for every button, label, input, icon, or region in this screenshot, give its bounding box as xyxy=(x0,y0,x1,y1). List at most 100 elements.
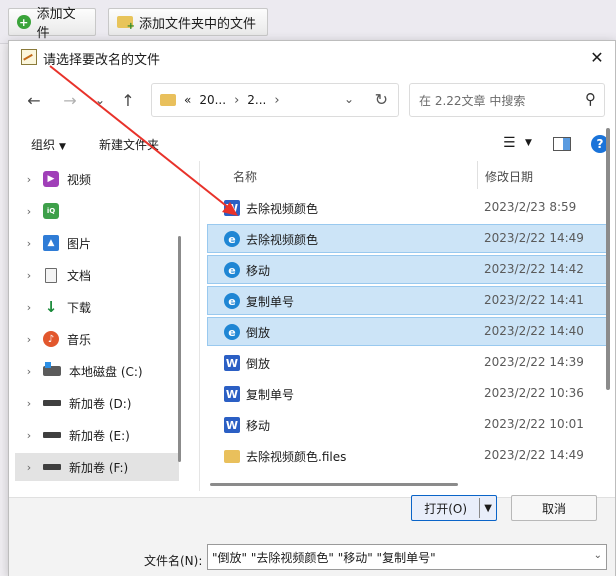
chevron-down-icon[interactable]: ⌄ xyxy=(594,550,602,561)
navpane-scrollbar[interactable] xyxy=(178,236,181,462)
navpane-item[interactable]: › ♪ 音乐 xyxy=(15,325,179,353)
search-input[interactable]: 在 2.22文章 中搜索 ⚲ xyxy=(409,83,605,117)
chevron-right-icon[interactable]: › xyxy=(15,333,43,346)
file-name: 倒放 xyxy=(246,326,271,340)
navpane-item[interactable]: › ▲ 图片 xyxy=(15,229,179,257)
navpane-item-label: 新加卷 (F:) xyxy=(69,460,129,475)
horizontal-scrollbar[interactable] xyxy=(210,483,458,486)
search-icon[interactable]: ⚲ xyxy=(585,90,596,108)
file-name: 倒放 xyxy=(246,357,271,371)
drive-icon xyxy=(43,464,61,470)
file-row[interactable]: W 去除视频颜色 2023/2/23 8:59 xyxy=(207,193,609,222)
navpane-item[interactable]: › 新加卷 (D:) xyxy=(15,389,179,417)
address-segment-2[interactable]: 2... xyxy=(247,93,266,107)
search-placeholder: 在 2.22文章 中搜索 xyxy=(419,93,526,108)
chevron-down-icon[interactable]: ⌄ xyxy=(344,92,354,106)
file-row[interactable]: W 倒放 2023/2/22 14:39 xyxy=(207,348,609,377)
filename-value[interactable]: "倒放" "去除视频颜色" "移动" "复制单号" xyxy=(212,549,436,566)
navpane-item-label: 下载 xyxy=(67,300,92,315)
navpane-item[interactable]: › iQ xyxy=(15,197,179,225)
file-name: 移动 xyxy=(246,264,271,278)
chevron-right-icon[interactable]: › xyxy=(15,397,43,410)
chevron-right-icon[interactable]: › xyxy=(15,205,43,218)
chevron-right-icon[interactable]: › xyxy=(15,237,43,250)
navpane-item[interactable]: › ▶ 视频 xyxy=(15,165,179,193)
command-bar: 组织 ▼ 新建文件夹 ☰ ▼ ? xyxy=(9,129,615,159)
chevron-right-icon[interactable]: › xyxy=(15,301,43,314)
caret-down-icon[interactable]: ▼ xyxy=(480,503,496,514)
chevron-right-icon[interactable]: › xyxy=(15,173,43,186)
chevron-right-icon[interactable]: › xyxy=(234,93,239,108)
folder-icon xyxy=(224,450,240,463)
chevron-right-icon[interactable]: › xyxy=(15,461,43,474)
documents-icon xyxy=(45,267,57,283)
navpane-item[interactable]: › 文档 xyxy=(15,261,179,289)
column-divider[interactable] xyxy=(477,161,478,189)
vertical-scrollbar[interactable] xyxy=(606,128,610,390)
organize-label: 组织 xyxy=(31,138,56,152)
filename-input[interactable]: "倒放" "去除视频颜色" "移动" "复制单号" ⌄ xyxy=(207,544,607,570)
navpane-item-label: 视频 xyxy=(67,172,92,187)
pane-divider[interactable] xyxy=(199,161,200,491)
edge-html-icon: e xyxy=(224,293,240,309)
address-segment-1[interactable]: 20... xyxy=(199,93,226,107)
file-date: 2023/2/22 14:40 xyxy=(484,324,584,338)
file-date: 2023/2/22 10:01 xyxy=(484,417,584,431)
refresh-icon[interactable]: ↻ xyxy=(375,90,388,109)
caret-down-icon[interactable]: ▼ xyxy=(525,138,532,148)
file-date: 2023/2/22 14:42 xyxy=(484,262,584,276)
up-button[interactable]: ↑ xyxy=(117,89,139,111)
navpane-item[interactable]: › 新加卷 (E:) xyxy=(15,421,179,449)
word-document-icon: W xyxy=(224,355,240,371)
column-name[interactable]: 名称 xyxy=(233,168,257,185)
edge-html-icon: e xyxy=(224,262,240,278)
edge-html-icon: e xyxy=(224,231,240,247)
file-date: 2023/2/22 14:49 xyxy=(484,231,584,245)
chevron-right-icon[interactable]: › xyxy=(15,429,43,442)
file-row[interactable]: e 复制单号 2023/2/22 14:41 xyxy=(207,286,609,315)
navpane-item[interactable]: › 本地磁盘 (C:) xyxy=(15,357,179,385)
drive-icon xyxy=(43,400,61,406)
add-file-label: 添加文件 xyxy=(36,7,76,41)
file-row[interactable]: e 倒放 2023/2/22 14:40 xyxy=(207,317,609,346)
address-bar[interactable]: « 20... › 2... › ⌄ ↻ xyxy=(151,83,399,117)
chevron-right-icon[interactable]: › xyxy=(274,93,279,108)
view-list-icon[interactable]: ☰ xyxy=(503,135,516,151)
column-header: 名称 修改日期 xyxy=(205,161,616,189)
file-row[interactable]: e 移动 2023/2/22 14:42 xyxy=(207,255,609,284)
drive-icon xyxy=(43,432,61,438)
file-list: ⌃ 名称 修改日期 W去除视频颜色2023/2/23 8:59e去除视频颜色20… xyxy=(205,161,616,503)
preview-pane-icon[interactable] xyxy=(553,137,571,151)
video-icon: ▶ xyxy=(43,171,59,187)
navpane-item-label: 新加卷 (E:) xyxy=(69,428,130,443)
file-row[interactable]: W 移动 2023/2/22 10:01 xyxy=(207,410,609,439)
add-folder-files-label: 添加文件夹中的文件 xyxy=(139,16,257,32)
cancel-button[interactable]: 取消 xyxy=(511,495,597,521)
navpane-item[interactable]: › 新加卷 (F:) xyxy=(15,453,179,481)
file-date: 2023/2/22 14:41 xyxy=(484,293,584,307)
file-row[interactable]: 去除视频颜色.files 2023/2/22 14:49 xyxy=(207,441,609,470)
address-overflow[interactable]: « xyxy=(184,93,191,107)
file-row[interactable]: W 复制单号 2023/2/22 10:36 xyxy=(207,379,609,408)
caret-down-icon: ▼ xyxy=(59,142,66,152)
add-folder-files-button[interactable]: 添加文件夹中的文件 xyxy=(108,8,268,36)
close-button[interactable]: ✕ xyxy=(585,45,609,69)
column-date[interactable]: 修改日期 xyxy=(485,168,533,185)
navigation-pane: › ▶ 视频 › iQ › ▲ 图片 › 文档 › ↓ 下载 › ♪ 音乐 › 本地磁盘 (C:) › 新加卷 (D:… xyxy=(15,161,185,495)
navigation-bar: ← → ⌄ ↑ « 20... › 2... › ⌄ ↻ 在 2.22文章 中搜… xyxy=(9,81,615,119)
chevron-right-icon[interactable]: › xyxy=(15,269,43,282)
chevron-right-icon[interactable]: › xyxy=(15,365,43,378)
file-name: 移动 xyxy=(246,419,271,433)
open-button[interactable]: 打开(O) ▼ xyxy=(411,495,497,521)
new-folder-button[interactable]: 新建文件夹 xyxy=(99,136,159,153)
add-file-button[interactable]: + 添加文件 xyxy=(8,7,96,41)
folder-add-icon xyxy=(117,16,135,32)
organize-menu[interactable]: 组织 ▼ xyxy=(31,136,66,153)
file-row[interactable]: e 去除视频颜色 2023/2/22 14:49 xyxy=(207,224,609,253)
open-label[interactable]: 打开(O) xyxy=(412,500,479,517)
forward-button[interactable]: → xyxy=(59,89,81,111)
back-button[interactable]: ← xyxy=(23,89,45,111)
navpane-item[interactable]: › ↓ 下载 xyxy=(15,293,179,321)
dialog-title: 请选择要改名的文件 xyxy=(43,53,161,68)
recent-locations-button[interactable]: ⌄ xyxy=(89,89,111,111)
